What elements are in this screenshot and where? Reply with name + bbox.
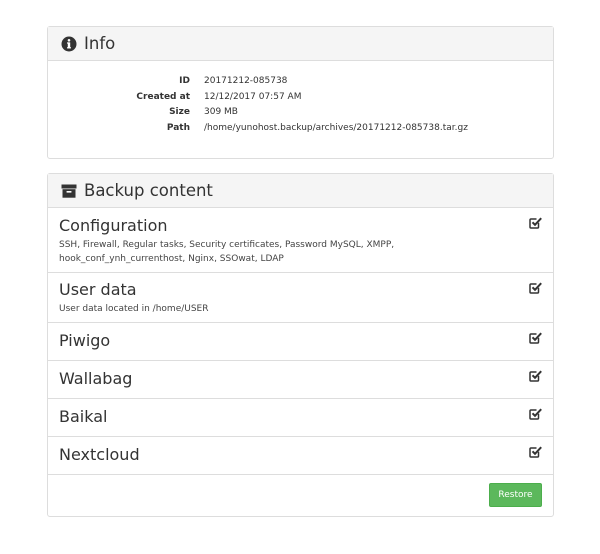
info-value: /home/yunohost.backup/archives/20171212-… [204, 122, 468, 133]
info-value: 12/12/2017 07:57 AM [204, 91, 302, 102]
restore-button[interactable]: Restore [489, 483, 542, 507]
info-panel-heading: Info [48, 27, 553, 61]
backup-item-title: Baikal [59, 407, 108, 426]
backup-item-configuration[interactable]: Configuration SSH, Firewall, Regular tas… [48, 208, 553, 273]
checked-checkbox-icon[interactable] [529, 216, 542, 229]
backup-item-title: Configuration [59, 216, 168, 235]
backup-content-title: Backup content [84, 181, 213, 200]
info-row-created-at: Created at 12/12/2017 07:57 AM [48, 90, 553, 106]
backup-content-panel: Backup content Configuration SSH, Firewa… [47, 173, 554, 517]
backup-item-title: User data [59, 280, 137, 299]
backup-item-user-data[interactable]: User data User data located in /home/USE… [48, 273, 553, 323]
info-panel-title: Info [84, 34, 116, 53]
info-label: Size [169, 107, 190, 117]
checked-checkbox-icon[interactable] [529, 281, 542, 294]
backup-item-baikal[interactable]: Baikal [48, 399, 553, 437]
backup-item-piwigo[interactable]: Piwigo [48, 323, 553, 361]
checked-checkbox-icon[interactable] [529, 331, 542, 344]
backup-item-title: Wallabag [59, 369, 133, 388]
info-details: ID 20171212-085738 Created at 12/12/2017… [48, 61, 553, 136]
backup-item-title: Nextcloud [59, 445, 140, 464]
backup-item-description: User data located in /home/USER [59, 304, 209, 314]
backup-item-wallabag[interactable]: Wallabag [48, 361, 553, 399]
checked-checkbox-icon[interactable] [529, 445, 542, 458]
backup-content-heading: Backup content [48, 174, 553, 208]
info-row-size: Size 309 MB [48, 105, 553, 121]
info-label: Path [166, 122, 190, 133]
info-panel: Info ID 20171212-085738 Created at 12/12… [47, 26, 554, 159]
backup-item-title: Piwigo [59, 331, 111, 350]
info-row-path: Path /home/yunohost.backup/archives/2017… [48, 121, 553, 137]
backup-item-nextcloud[interactable]: Nextcloud [48, 437, 553, 475]
checked-checkbox-icon[interactable] [529, 407, 542, 420]
info-row-id: ID 20171212-085738 [48, 74, 553, 90]
info-label: ID [179, 76, 190, 86]
backup-item-description: SSH, Firewall, Regular tasks, Security c… [59, 240, 395, 264]
archive-icon [61, 183, 77, 199]
checked-checkbox-icon[interactable] [529, 369, 542, 382]
info-value: 309 MB [204, 107, 238, 117]
backup-content-footer: Restore [48, 475, 553, 515]
info-circle-icon [61, 36, 77, 52]
info-label: Created at [136, 91, 190, 102]
info-value: 20171212-085738 [204, 76, 288, 86]
